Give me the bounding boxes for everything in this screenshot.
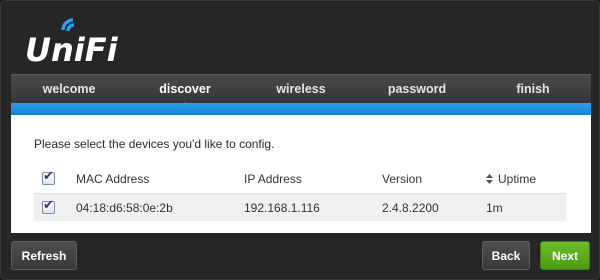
column-header-mac[interactable]: MAC Address <box>76 165 149 193</box>
select-all-checkbox[interactable]: ✔ <box>42 168 55 185</box>
cell-version: 2.4.8.2200 <box>382 201 439 215</box>
wizard-steps-nav: welcome discover wireless password finis… <box>11 74 591 109</box>
next-button[interactable]: Next <box>540 241 590 270</box>
discover-panel: Please select the devices you'd like to … <box>11 115 591 233</box>
step-finish[interactable]: finish <box>475 75 591 103</box>
step-label: discover <box>159 82 211 96</box>
logo-wordmark: UniFi <box>25 31 118 69</box>
step-password[interactable]: password <box>359 75 475 103</box>
setup-wizard-window: UniFi welcome discover wireless password… <box>0 0 600 280</box>
column-header-uptime[interactable]: Uptime <box>486 165 536 193</box>
step-label: password <box>387 82 447 96</box>
table-row[interactable]: ✔ 04:18:d6:58:0e:2b 192.168.1.116 2.4.8.… <box>34 193 566 221</box>
cell-mac: 04:18:d6:58:0e:2b <box>76 201 173 215</box>
checkmark-icon: ✔ <box>43 197 54 212</box>
back-button[interactable]: Back <box>482 241 530 270</box>
table-header: ✔ MAC Address IP Address Version Uptime <box>34 165 566 193</box>
row-select-cell: ✔ <box>42 194 60 222</box>
row-checkbox[interactable]: ✔ <box>42 197 55 214</box>
sort-updown-icon <box>486 173 493 184</box>
column-header-label: Uptime <box>498 172 537 186</box>
step-welcome[interactable]: welcome <box>11 75 127 103</box>
column-header-version[interactable]: Version <box>382 165 422 193</box>
step-label: wireless <box>276 82 326 96</box>
device-table: ✔ MAC Address IP Address Version Uptime … <box>34 165 566 221</box>
cell-ip: 192.168.1.116 <box>244 201 320 215</box>
cell-uptime: 1m <box>486 201 503 215</box>
refresh-button[interactable]: Refresh <box>11 241 77 270</box>
active-step-bar <box>11 103 591 115</box>
step-label: finish <box>516 82 550 96</box>
step-label: welcome <box>42 82 96 96</box>
column-header-ip[interactable]: IP Address <box>244 165 302 193</box>
select-all-cell: ✔ <box>42 165 60 193</box>
unifi-logo: UniFi <box>23 15 153 69</box>
instruction-text: Please select the devices you'd like to … <box>34 137 275 151</box>
checkmark-icon: ✔ <box>43 168 54 183</box>
step-wireless[interactable]: wireless <box>243 75 359 103</box>
step-discover[interactable]: discover <box>127 75 243 109</box>
